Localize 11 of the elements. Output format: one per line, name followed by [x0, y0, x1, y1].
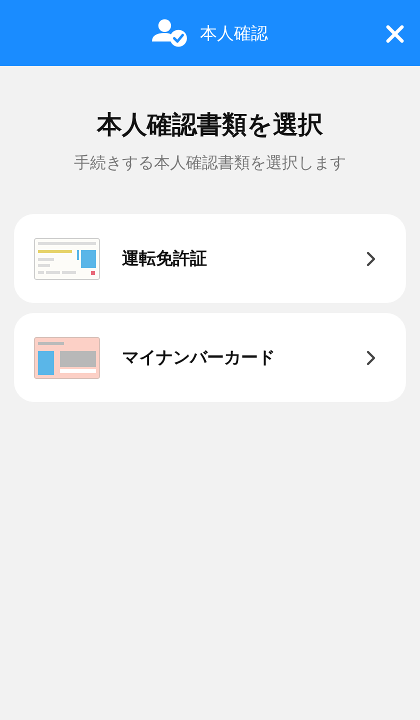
document-option[interactable]: マイナンバーカード	[14, 313, 406, 402]
id-card-icon	[34, 336, 100, 378]
chevron-right-icon	[366, 250, 376, 266]
close-icon	[385, 24, 405, 44]
header-title: 本人確認	[200, 22, 268, 44]
chevron-right-icon	[366, 350, 376, 366]
page-subheading: 手続きする本人確認書類を選択します	[73, 153, 347, 174]
user-check-icon	[152, 18, 188, 48]
page-heading: 本人確認書類を選択	[96, 109, 324, 141]
document-option[interactable]: 運転免許証	[14, 214, 406, 303]
license-card-icon	[34, 238, 100, 280]
